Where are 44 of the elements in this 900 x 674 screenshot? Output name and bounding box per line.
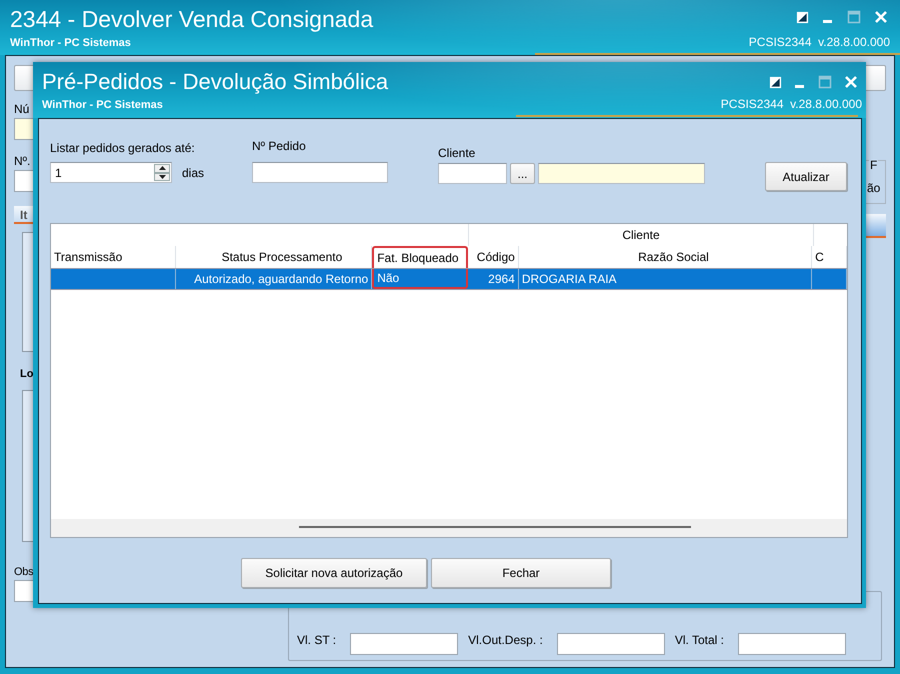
field-label: Obs	[14, 566, 34, 578]
total-label: Vl. Total :	[674, 633, 724, 647]
tab[interactable]	[866, 214, 886, 238]
close-button[interactable]	[874, 10, 888, 24]
refresh-button[interactable]: Atualizar	[765, 162, 847, 191]
lookup-button[interactable]: ...	[510, 163, 535, 184]
maximize-button[interactable]	[818, 75, 832, 89]
order-number-field[interactable]	[252, 162, 388, 183]
version-label: PCSIS2344 v.28.8.00.000	[748, 35, 890, 49]
total-field[interactable]	[556, 633, 665, 655]
total-label: Vl. ST :	[297, 633, 336, 647]
dialog-button[interactable]: Fechar	[431, 558, 611, 588]
unit-label: dias	[182, 166, 204, 180]
window-title: Pré-Pedidos - Devolução Simbólica	[42, 69, 388, 95]
section-label: Lo	[20, 368, 34, 380]
field-label: Nº Pedido	[252, 139, 307, 153]
field-label: Listar pedidos gerados até:	[50, 141, 196, 155]
total-field[interactable]	[738, 633, 846, 655]
table-cell: Não	[372, 269, 468, 289]
days-spinbox[interactable]: 1	[50, 162, 172, 183]
theme-button[interactable]	[769, 76, 782, 88]
total-field[interactable]	[350, 633, 458, 655]
version-label: PCSIS2344 v.28.8.00.000	[720, 97, 862, 111]
theme-button[interactable]	[796, 10, 809, 24]
app-subtitle: WinThor - PC Sistemas	[10, 37, 132, 49]
group-header: Cliente	[469, 224, 814, 246]
group-legend: F	[869, 158, 878, 172]
spin-arrows-icon[interactable]	[154, 164, 170, 181]
scrollbar[interactable]	[51, 519, 847, 537]
total-label: Vl.Out.Desp. :	[468, 633, 543, 647]
table-row[interactable]: Autorizado, aguardando Retorno Não 2964 DROGARIA RAIA	[51, 268, 847, 290]
maximize-button[interactable]	[847, 10, 861, 24]
group-text: ão	[867, 181, 880, 195]
table-cell: 2964	[468, 269, 519, 289]
field-label: Nº.	[14, 154, 30, 168]
app-subtitle: WinThor - PC Sistemas	[42, 99, 164, 111]
table-cell: Autorizado, aguardando Retorno	[176, 269, 372, 289]
table-cell: DROGARIA RAIA	[518, 269, 812, 289]
window-title: 2344 - Devolver Venda Consignada	[10, 6, 374, 32]
client-code-field[interactable]	[438, 163, 507, 184]
field-label: Cliente	[438, 146, 476, 160]
field-label: Nú	[14, 102, 30, 116]
close-button[interactable]	[844, 75, 858, 89]
dialog-button[interactable]: Solicitar nova autorização	[241, 558, 427, 588]
